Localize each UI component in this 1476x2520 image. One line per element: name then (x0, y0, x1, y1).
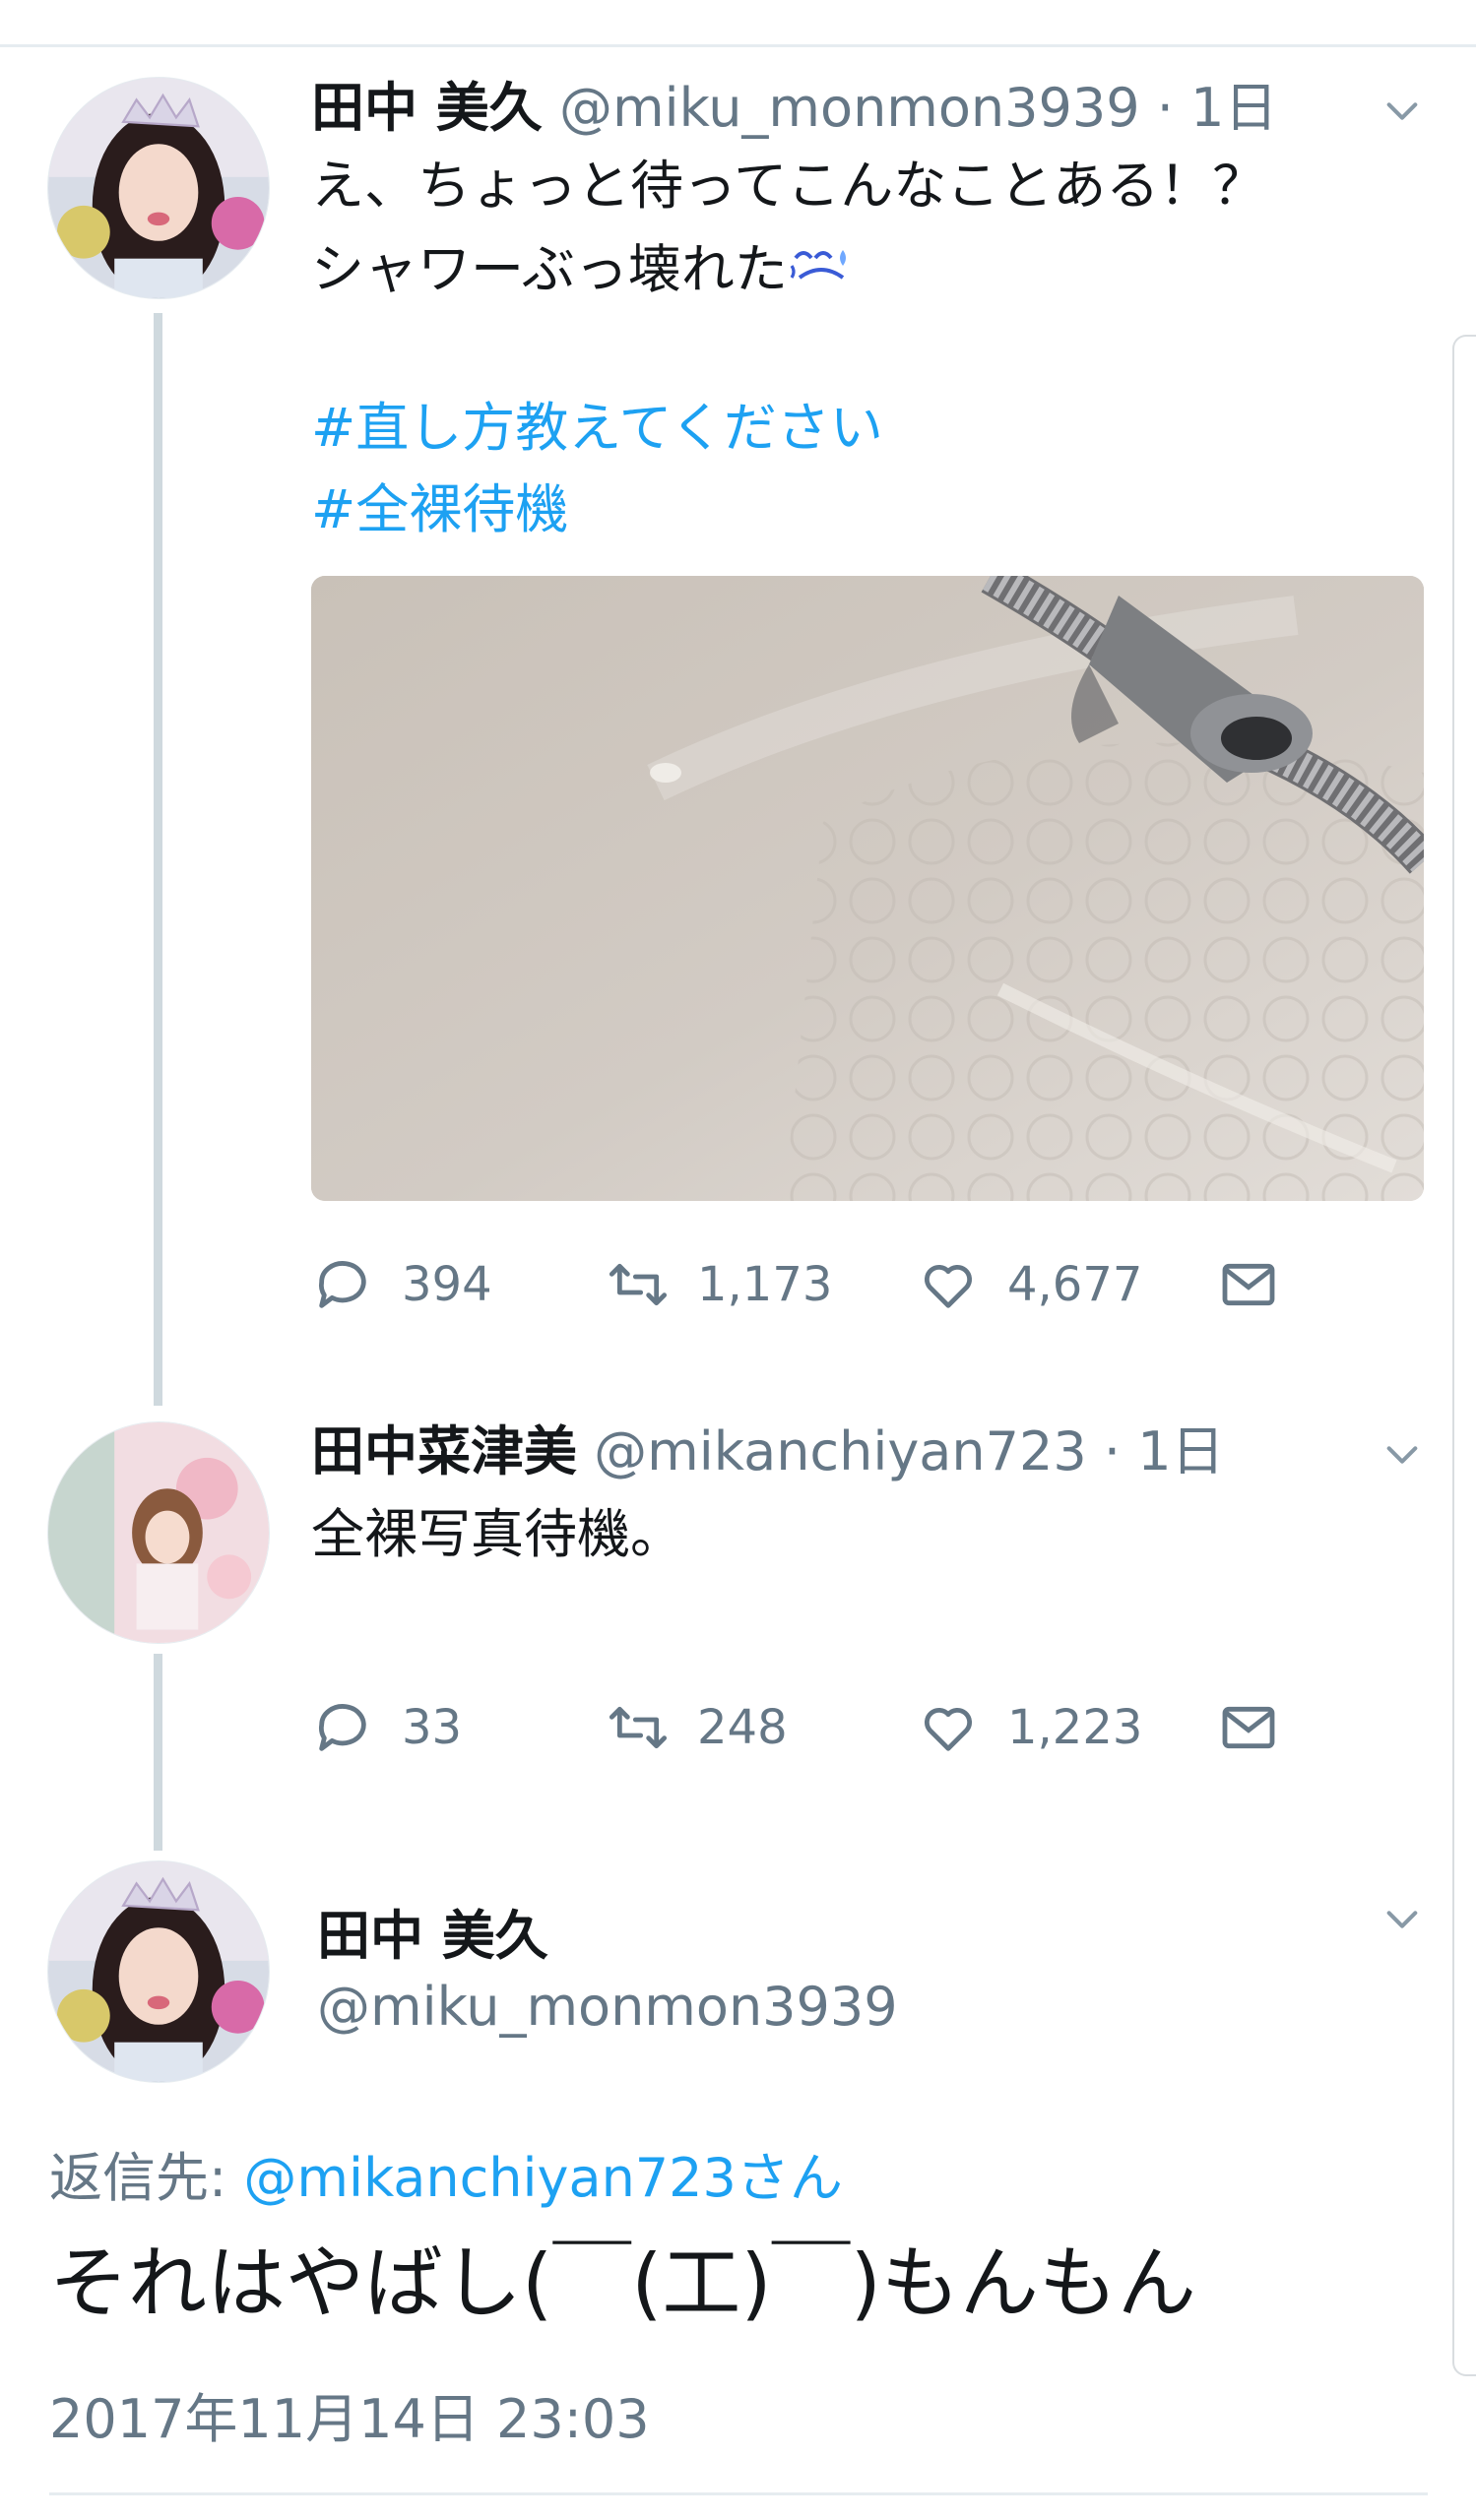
reply-icon (311, 1696, 374, 1759)
scrollbar[interactable] (1452, 335, 1476, 2376)
reply-count: 394 (402, 1257, 492, 1312)
bottom-divider (49, 2492, 1428, 2495)
like-button[interactable]: 4,677 (917, 1250, 1142, 1319)
top-divider (0, 44, 1476, 47)
tweet-media-image[interactable] (311, 576, 1424, 1201)
reply-button[interactable]: 33 (311, 1693, 462, 1762)
display-name[interactable]: 田中 美久 (311, 77, 543, 139)
tweet-timestamp[interactable]: 2017年11月14日 23:03 (49, 2375, 650, 2453)
tweet-text: 全裸写真待機。 (311, 1503, 683, 1565)
reply-icon (311, 1253, 374, 1316)
shower-photo (311, 576, 1424, 1201)
user-handle[interactable]: @miku_monmon3939 (317, 1976, 898, 2038)
thread-line (154, 313, 162, 1406)
heart-icon (917, 1253, 980, 1316)
tweet-text: シャワーぶっ壊れた (311, 238, 788, 300)
avatar[interactable] (47, 77, 270, 299)
avatar[interactable] (47, 1421, 270, 1644)
reply-to-label: 返信先: (49, 2147, 244, 2209)
sweat-emoji-icon (788, 237, 855, 292)
tweet-header: 田中菜津美 @mikanchiyan723 · 1日 (311, 1418, 1225, 1486)
hashtag-link[interactable]: #全裸待機 (311, 471, 568, 549)
reply-to-line: 返信先: @mikanchiyan723さん (49, 2134, 843, 2212)
like-count: 1,223 (1007, 1700, 1143, 1755)
thread-line (154, 1654, 162, 1851)
tweet-actions: 394 1,173 4,677 (311, 1250, 1394, 1319)
hashtag-link[interactable]: #直し方教えてください (311, 389, 883, 468)
dm-button[interactable] (1217, 1693, 1308, 1762)
chevron-down-icon[interactable] (1382, 1435, 1422, 1475)
reply-count: 33 (402, 1700, 463, 1755)
envelope-icon (1217, 1253, 1280, 1316)
tweet-time[interactable]: · 1日 (1104, 1420, 1225, 1482)
avatar[interactable] (47, 1860, 270, 2083)
tweet-text-line1: え、ちょっと待ってこんなことある！？ (311, 155, 1266, 217)
envelope-icon (1217, 1696, 1280, 1759)
avatar-photo (48, 1861, 269, 2082)
tweet-actions: 33 248 1,223 (311, 1693, 1394, 1762)
tweet-time[interactable]: · 1日 (1157, 77, 1278, 139)
dm-button[interactable] (1217, 1250, 1308, 1319)
retweet-icon (607, 1253, 670, 1316)
tweet-header: 田中 美久 @miku_monmon3939 · 1日 (311, 74, 1277, 143)
retweet-count: 248 (697, 1700, 788, 1755)
reply-button[interactable]: 394 (311, 1250, 492, 1319)
tweet-text-line2: シャワーぶっ壊れた (311, 231, 855, 308)
display-name[interactable]: 田中 美久 (317, 1892, 548, 1970)
display-name[interactable]: 田中菜津美 (311, 1420, 577, 1482)
reply-to-link[interactable]: @mikanchiyan723さん (243, 2147, 843, 2209)
retweet-button[interactable]: 1,173 (607, 1250, 832, 1319)
avatar-photo (48, 78, 269, 298)
avatar-photo (48, 1422, 269, 1643)
like-button[interactable]: 1,223 (917, 1693, 1142, 1762)
chevron-down-icon[interactable] (1382, 92, 1422, 131)
chevron-down-icon[interactable] (1382, 1900, 1422, 1939)
retweet-button[interactable]: 248 (607, 1693, 788, 1762)
user-handle[interactable]: @miku_monmon3939 (559, 77, 1140, 139)
heart-icon (917, 1696, 980, 1759)
user-handle[interactable]: @mikanchiyan723 (594, 1420, 1087, 1482)
tweet-text: それはやばし(￣(工)￣)もんもん (49, 2237, 1196, 2329)
retweet-count: 1,173 (697, 1257, 833, 1312)
like-count: 4,677 (1007, 1257, 1143, 1312)
retweet-icon (607, 1696, 670, 1759)
